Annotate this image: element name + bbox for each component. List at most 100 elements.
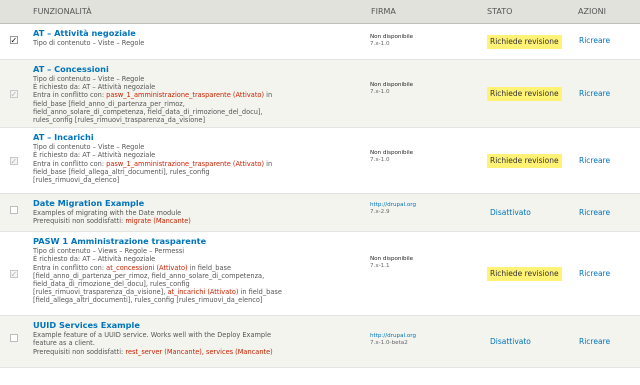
select-cell: ✓ [0, 59, 27, 129]
recreate-link[interactable]: Ricreare [579, 89, 610, 98]
feature-detail-line: Examples of migrating with the Date modu… [33, 209, 361, 217]
recreate-link[interactable]: Ricreare [579, 156, 610, 165]
detail-text: È richiesto da: AT – Attività negoziale [33, 255, 156, 264]
feature-detail-line: Entra in conflitto con: pasw_1_amministr… [33, 160, 361, 168]
feature-detail-line: rules_config [rules_rimuovi_trasparenza_… [33, 116, 361, 124]
actions-cell: Ricreare [572, 127, 640, 195]
detail-text: in field_base [187, 263, 232, 272]
signature-source[interactable]: http://drupal.org [370, 333, 481, 340]
recreate-link[interactable]: Ricreare [579, 269, 610, 278]
signature-cell: Non disponibile 7.x-1.0 [365, 23, 481, 60]
feature-detail-line: [field_allega_altri_documenti], rules_co… [33, 296, 361, 304]
feature-checkbox[interactable] [9, 206, 18, 215]
signature-cell: http://drupal.org 7.x-1.0-beta2 [365, 315, 481, 369]
feature-checkbox: ✓ [9, 270, 18, 280]
detail-text: Examples of migrating with the Date modu… [33, 209, 182, 218]
feature-title[interactable]: AT – Concessioni [33, 64, 361, 74]
dependency-status: rest_server (Mancante), services (Mancan… [125, 347, 273, 356]
detail-text: Prerequisiti non soddisfatti: [33, 217, 126, 226]
signature-source[interactable]: http://drupal.org [370, 202, 481, 209]
status-badge[interactable]: Richiede revisione [487, 153, 562, 168]
select-cell: ✓ [0, 127, 27, 195]
detail-text: feature as a client. [33, 339, 95, 348]
feature-detail-line: feature as a client. [33, 339, 361, 347]
feature-detail-line: Entra in conflitto con: pasw_1_amministr… [33, 91, 361, 99]
detail-text: rules_config [rules_rimuovi_trasparenza_… [33, 116, 206, 125]
detail-text: Entra in conflitto con: [33, 159, 107, 168]
state-cell: Richiede revisione [481, 59, 572, 129]
feature-checkbox[interactable]: ✓ [9, 36, 18, 45]
signature-source: Non disponibile [370, 150, 414, 157]
feature-cell: Date Migration Example Examples of migrat… [27, 193, 365, 233]
status-badge[interactable]: Richiede revisione [487, 86, 562, 101]
select-cell [0, 193, 27, 233]
header-signature[interactable]: FIRMA [365, 0, 481, 24]
detail-text: Tipo di contenuto – Viste – Regole [33, 39, 145, 47]
detail-text: [field_anno_di_partenza_per_rimoz, field… [33, 271, 265, 280]
state-cell: Richiede revisione [481, 127, 572, 195]
detail-text: [rules_rimuovi_da_elenco] [33, 176, 120, 185]
dependency-status: at_incarichi (Attivato) [167, 288, 239, 297]
state-cell: Richiede revisione [481, 23, 572, 60]
version-label: 7.x-1.1 [370, 263, 390, 270]
feature-checkbox: ✓ [9, 157, 18, 167]
select-cell: ✓ [0, 23, 27, 60]
signature-cell: Non disponibile 7.x-1.1 [365, 231, 481, 317]
actions-cell: Ricreare [572, 59, 640, 129]
status-badge[interactable]: Richiede revisione [487, 266, 562, 281]
feature-detail-line: Prerequisiti non soddisfatti: migrate (M… [33, 217, 361, 225]
dependency-status: pasw_1_amministrazione_trasparente (Atti… [106, 91, 265, 100]
actions-cell: Ricreare [572, 315, 640, 369]
feature-title[interactable]: PASW 1 Amministrazione trasparente [33, 236, 361, 246]
feature-detail-line: Tipo di contenuto – Viste – Regole [33, 39, 361, 47]
feature-detail-line: Entra in conflitto con: at_concessioni (… [33, 264, 361, 272]
features-table: FUNZIONALITÀ FIRMA STATO AZIONI ✓ AT – At… [0, 0, 640, 369]
feature-title[interactable]: AT – Incarichi [33, 132, 361, 142]
recreate-link[interactable]: Ricreare [579, 337, 610, 346]
version-label: 7.x-1.0 [370, 157, 390, 164]
header-feature[interactable]: FUNZIONALITÀ [27, 0, 365, 24]
feature-detail-line: field_base [field_anno_di_partenza_per_r… [33, 100, 361, 108]
state-cell: Disattivato [481, 315, 572, 369]
detail-text: in [264, 159, 273, 168]
state-cell: Richiede revisione [481, 231, 572, 317]
detail-text: field_data_di_rimozione_del_docu], rules… [33, 280, 190, 289]
feature-detail-line: field_anno_solare_di_competenza, field_d… [33, 108, 361, 116]
detail-text: in [264, 91, 273, 100]
table-row: ✓ AT – Attività negoziale Tipo di contenut… [0, 23, 640, 60]
table-header: FUNZIONALITÀ FIRMA STATO AZIONI [0, 0, 640, 24]
signature-cell: Non disponibile 7.x-1.0 [365, 127, 481, 195]
detail-text: in field_base [238, 288, 282, 297]
feature-title[interactable]: AT – Attività negoziale [33, 28, 361, 38]
header-state[interactable]: STATO [481, 0, 572, 24]
detail-text: Entra in conflitto con: [33, 91, 107, 100]
feature-detail-line: field_base [field_allega_altri_documenti… [33, 168, 361, 176]
detail-text: field_base [field_allega_altri_documenti… [33, 167, 210, 176]
detail-text: field_base [field_anno_di_partenza_per_r… [33, 99, 185, 108]
feature-cell: AT – Concessioni Tipo di contenuto – Vist… [27, 59, 365, 129]
table-row: ✓ AT – Concessioni Tipo di contenuto – Vis… [0, 59, 640, 129]
status-badge: Disattivato [490, 207, 531, 217]
feature-title[interactable]: Date Migration Example [33, 198, 361, 208]
recreate-link[interactable]: Ricreare [579, 36, 610, 45]
feature-cell: AT – Incarichi Tipo di contenuto – Viste … [27, 127, 365, 195]
feature-title[interactable]: UUID Services Example [33, 320, 361, 330]
status-badge[interactable]: Richiede revisione [487, 34, 562, 49]
select-cell: ✓ [0, 231, 27, 317]
feature-cell: PASW 1 Amministrazione trasparente Tipo d… [27, 231, 365, 317]
dependency-status: migrate (Mancante) [125, 217, 191, 226]
detail-text: Entra in conflitto con: [33, 263, 107, 272]
feature-cell: AT – Attività negoziale Tipo di contenuto… [27, 23, 365, 60]
feature-detail-line: [field_anno_di_partenza_per_rimoz, field… [33, 272, 361, 280]
feature-detail-line: È richiesto da: AT – Attività negoziale [33, 151, 361, 159]
recreate-link[interactable]: Ricreare [579, 208, 610, 217]
select-cell [0, 315, 27, 369]
table-row: ✓ PASW 1 Amministrazione trasparente Tipo … [0, 231, 640, 317]
detail-text: È richiesto da: AT – Attività negoziale [33, 83, 156, 92]
signature-source: Non disponibile [370, 256, 414, 263]
version-label: 7.x-1.0-beta2 [370, 340, 408, 347]
version-label: 7.x-2.9 [370, 209, 390, 216]
table-row: ✓ AT – Incarichi Tipo di contenuto – Viste… [0, 127, 640, 195]
dependency-status: at_concessioni (Attivato) [106, 263, 188, 272]
feature-checkbox[interactable] [9, 334, 18, 343]
